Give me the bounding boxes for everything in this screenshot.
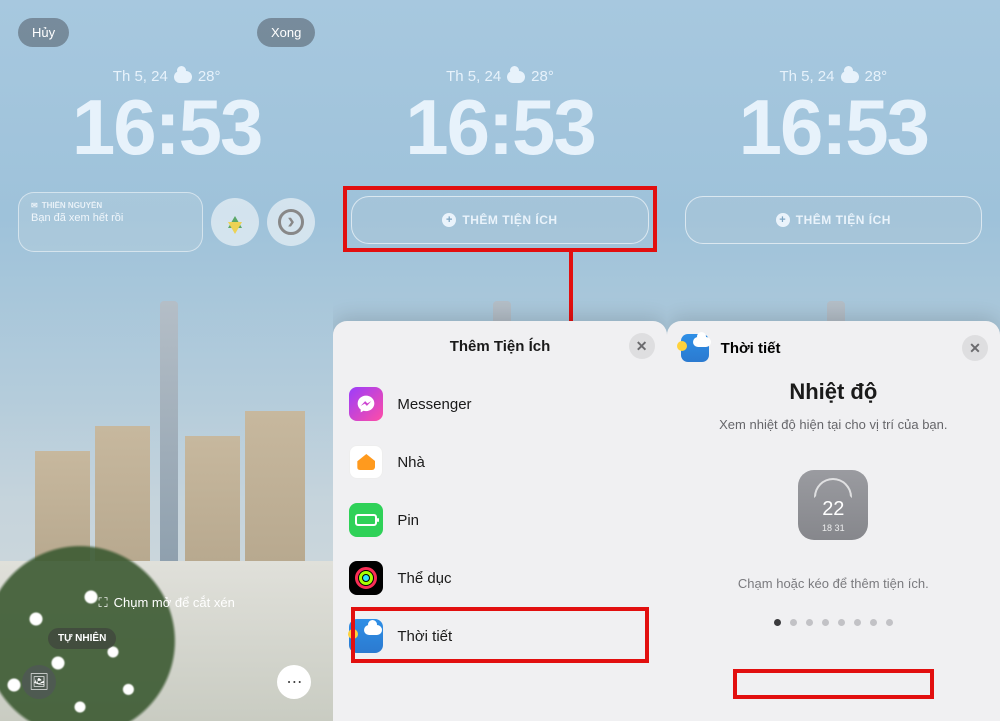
gallery-button[interactable]: 🖼 xyxy=(22,665,56,699)
page-dot[interactable] xyxy=(870,619,877,626)
sheet-title: Thêm Tiện Ích xyxy=(450,338,551,355)
time-label: 16:53 xyxy=(667,90,1000,164)
datetime-block: Th 5, 24 28° 16:53 xyxy=(333,68,666,164)
more-icon: ⋯ xyxy=(286,672,302,692)
widget-heading: ✉THIÊN NGUYỄN xyxy=(31,201,190,210)
phone-screen-1: Hủy Xong Th 5, 24 28° 16:53 ✉THIÊN NGUYỄ… xyxy=(0,0,333,721)
plus-icon: + xyxy=(776,213,790,227)
bottom-toolbar: 🖼 ⋯ xyxy=(22,665,311,699)
add-widget-label: THÊM TIỆN ÍCH xyxy=(796,213,891,227)
wallpaper-buildings xyxy=(0,331,333,561)
list-item-messenger[interactable]: Messenger xyxy=(345,375,654,433)
more-button[interactable]: ⋯ xyxy=(277,665,311,699)
messenger-widget[interactable]: ✉THIÊN NGUYỄN Bạn đã xem hết rồi xyxy=(18,192,203,252)
page-dot[interactable] xyxy=(790,619,797,626)
drag-hint: Chạm hoặc kéo để thêm tiện ích. xyxy=(667,576,1000,591)
datetime-block[interactable]: Th 5, 24 28° 16:53 xyxy=(0,68,333,164)
page-dot[interactable] xyxy=(822,619,829,626)
list-label: Pin xyxy=(397,512,419,529)
sheet-header: Thêm Tiện Ích ✕ xyxy=(333,321,666,371)
cancel-button[interactable]: Hủy xyxy=(18,18,69,47)
crop-hint-label: ⛶Chụm mở để cắt xén xyxy=(0,595,333,611)
phone-screen-3: Th 5, 24 28° 16:53 + THÊM TIỆN ÍCH Thời … xyxy=(667,0,1000,721)
sheet-header: Thời tiết ✕ xyxy=(667,321,1000,375)
drive-widget[interactable] xyxy=(211,198,259,246)
widget-name: Nhiệt độ xyxy=(667,379,1000,405)
sheet-title: Thời tiết xyxy=(721,340,781,357)
messenger-icon xyxy=(349,387,383,421)
page-dot[interactable] xyxy=(886,619,893,626)
close-icon: ✕ xyxy=(636,338,648,355)
widget-body: Bạn đã xem hết rồi xyxy=(31,212,190,224)
highlight-weather-row xyxy=(351,607,648,663)
weather-widget-sheet: Thời tiết ✕ Nhiệt độ Xem nhiệt độ hiện t… xyxy=(667,321,1000,721)
list-label: Nhà xyxy=(397,454,425,471)
cloud-icon xyxy=(507,71,525,83)
page-dots[interactable] xyxy=(667,619,1000,626)
cloud-icon xyxy=(841,71,859,83)
widget-description: Xem nhiệt độ hiện tại cho vị trí của bạn… xyxy=(667,417,1000,432)
list-label: Messenger xyxy=(397,396,471,413)
home-icon xyxy=(349,445,383,479)
cloud-icon xyxy=(174,71,192,83)
highlight-page-dots xyxy=(733,669,934,699)
temperature-widget-preview[interactable]: 22 18 31 xyxy=(798,470,868,540)
temperature-range: 18 31 xyxy=(822,523,845,533)
page-dot[interactable] xyxy=(838,619,845,626)
add-widget-sheet: Thêm Tiện Ích ✕ Messenger Nhà Pin Thể dụ… xyxy=(333,321,666,721)
widget-app-list[interactable]: Messenger Nhà Pin Thể dục Thời tiết xyxy=(333,371,666,669)
page-dot[interactable] xyxy=(806,619,813,626)
battery-icon xyxy=(349,503,383,537)
shortcut-widget[interactable] xyxy=(267,198,315,246)
add-widget-bar[interactable]: + THÊM TIỆN ÍCH xyxy=(685,196,982,244)
close-button[interactable]: ✕ xyxy=(629,333,655,359)
temperature-arc-icon xyxy=(814,478,852,498)
highlight-add-widget xyxy=(343,186,656,252)
gallery-icon: 🖼 xyxy=(29,672,49,692)
close-icon: ✕ xyxy=(969,340,981,357)
list-item-weather[interactable]: Thời tiết xyxy=(345,607,654,665)
page-dot[interactable] xyxy=(774,619,781,626)
list-item-battery[interactable]: Pin xyxy=(345,491,654,549)
weather-icon xyxy=(681,334,709,362)
phone-screen-2: Th 5, 24 28° 16:53 + THÊM TIỆN ÍCH Thêm … xyxy=(333,0,666,721)
arrow-icon xyxy=(278,209,304,235)
filter-tag[interactable]: TỰ NHIÊN xyxy=(48,628,116,649)
close-button[interactable]: ✕ xyxy=(962,335,988,361)
widget-row[interactable]: ✉THIÊN NGUYỄN Bạn đã xem hết rồi xyxy=(18,192,315,252)
temperature-value: 22 xyxy=(822,498,844,521)
drive-icon xyxy=(228,216,242,228)
done-button[interactable]: Xong xyxy=(257,18,315,47)
page-dot[interactable] xyxy=(854,619,861,626)
time-label: 16:53 xyxy=(0,90,333,164)
datetime-block: Th 5, 24 28° 16:53 xyxy=(667,68,1000,164)
list-item-fitness[interactable]: Thể dục xyxy=(345,549,654,607)
list-label: Thể dục xyxy=(397,570,451,587)
list-item-home[interactable]: Nhà xyxy=(345,433,654,491)
fitness-icon xyxy=(349,561,383,595)
time-label: 16:53 xyxy=(333,90,666,164)
